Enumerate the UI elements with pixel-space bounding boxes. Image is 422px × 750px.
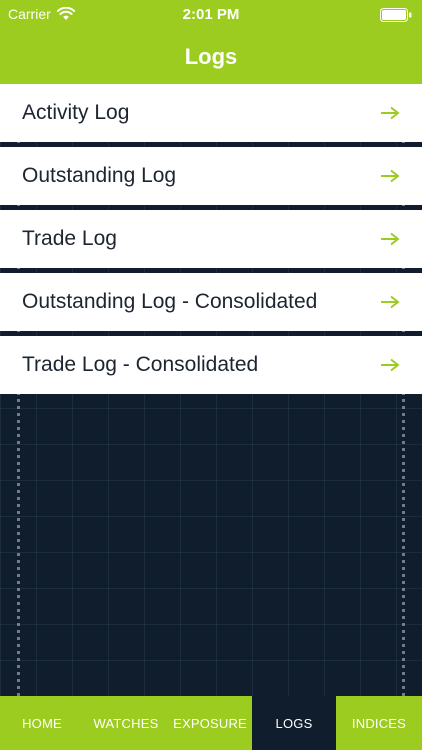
app-header: Carrier 2:01 PM Logs [0,0,422,84]
log-item-trade-log-consolidated[interactable]: Trade Log - Consolidated [0,336,422,394]
arrow-right-icon [381,295,400,309]
tab-indices[interactable]: INDICES [336,696,422,750]
tab-label: WATCHES [93,715,159,731]
log-item-label: Activity Log [22,101,130,124]
arrow-right-icon [381,232,400,246]
log-item-trade-log[interactable]: Trade Log [0,210,422,268]
log-item-label: Outstanding Log [22,164,177,187]
tab-label: EXPOSURE [173,715,247,731]
bottom-tab-bar: HOME WATCHES EXPOSURE LOGS INDICES [0,696,422,750]
log-item-label: Outstanding Log - Consolidated [22,290,318,313]
log-item-label: Trade Log [22,227,117,250]
page-title: Logs [184,44,238,69]
log-item-activity-log[interactable]: Activity Log [0,84,422,142]
tab-home[interactable]: HOME [0,696,84,750]
arrow-right-icon [381,169,400,183]
log-item-label: Trade Log - Consolidated [22,353,259,376]
log-item-outstanding-log[interactable]: Outstanding Log [0,147,422,205]
tab-label: INDICES [351,715,407,731]
content-area: Activity Log Outstanding Log Trade Log O… [0,84,422,696]
status-time: 2:01 PM [182,6,240,23]
battery-icon [380,8,412,22]
log-item-outstanding-log-consolidated[interactable]: Outstanding Log - Consolidated [0,273,422,331]
tab-logs[interactable]: LOGS [252,696,336,750]
tab-label: HOME [22,715,62,731]
tab-label: LOGS [275,715,313,731]
arrow-right-icon [381,358,400,372]
arrow-right-icon [381,106,400,120]
status-bar: Carrier 2:01 PM [0,0,422,30]
tab-exposure[interactable]: EXPOSURE [168,696,252,750]
tab-watches[interactable]: WATCHES [84,696,168,750]
